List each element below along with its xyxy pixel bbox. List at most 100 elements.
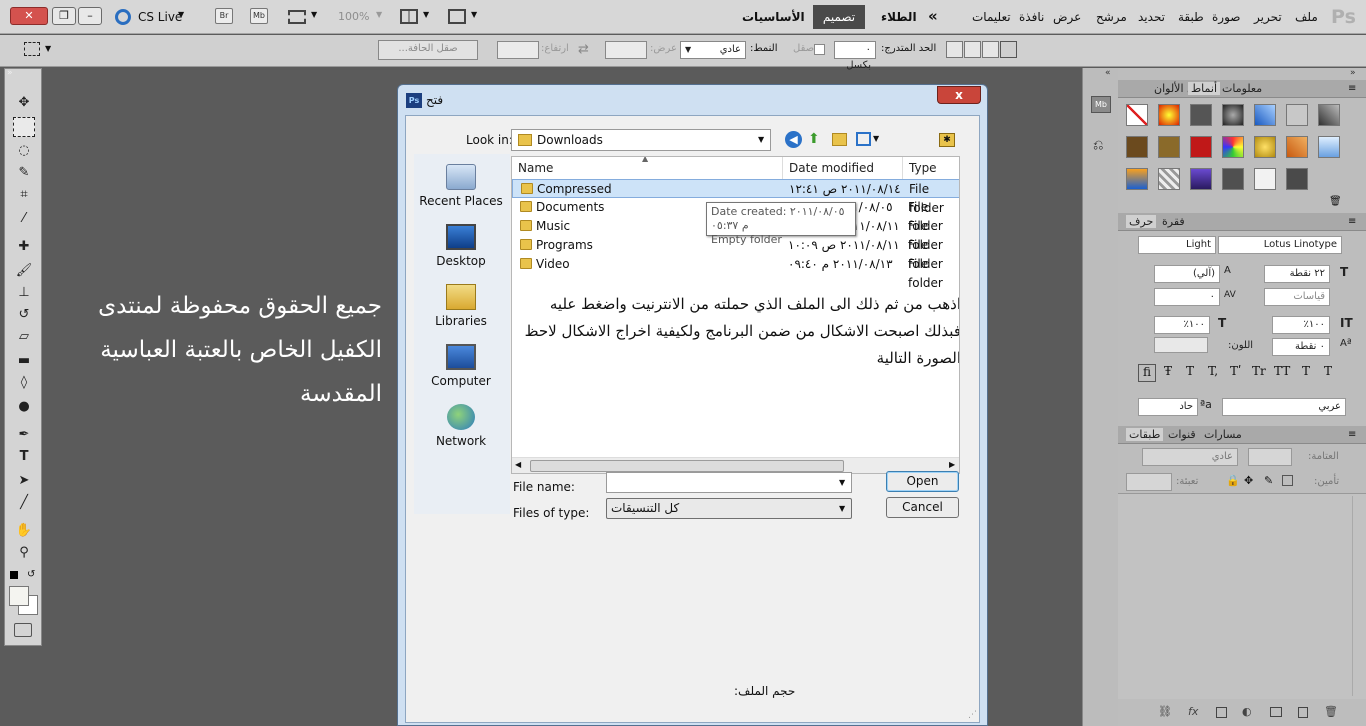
style-swatch[interactable]: [1158, 104, 1180, 126]
collapse-icon[interactable]: »: [1350, 68, 1356, 78]
menu-edit[interactable]: تحرير: [1254, 10, 1282, 24]
delete-style-icon[interactable]: 🗑: [1329, 196, 1342, 207]
new-layer-icon[interactable]: [1298, 707, 1308, 718]
window-minimize-button[interactable]: –: [78, 7, 102, 25]
gradient-tool-icon[interactable]: ▬: [13, 351, 35, 371]
menu-file[interactable]: ملف: [1295, 10, 1318, 24]
arrange-documents-icon[interactable]: [400, 9, 418, 24]
subscript-icon[interactable]: Tr: [1252, 364, 1266, 378]
faux-bold-icon[interactable]: fi: [1138, 364, 1156, 382]
style-swatch[interactable]: [1254, 104, 1276, 126]
language-select[interactable]: عربي: [1222, 398, 1346, 416]
marquee-tool-icon[interactable]: [13, 117, 35, 137]
look-in-select[interactable]: Downloads ▼: [511, 129, 771, 151]
workspace-painting[interactable]: الطلاء: [881, 10, 917, 24]
crop-tool-icon[interactable]: ⌗: [13, 185, 35, 205]
feather-input[interactable]: ٠ بكسل: [834, 41, 876, 71]
zoom-tool-icon[interactable]: ⚲: [13, 543, 35, 563]
place-recent-places[interactable]: Recent Places: [416, 164, 506, 208]
style-swatch[interactable]: [1222, 136, 1244, 158]
opacity-input[interactable]: [1248, 448, 1292, 466]
lock-icon[interactable]: 🔒: [1226, 474, 1240, 487]
marquee-tool-preset-icon[interactable]: [24, 42, 40, 56]
faux-italic-icon[interactable]: Ŧ: [1164, 364, 1172, 378]
dialog-close-button[interactable]: x: [937, 86, 981, 104]
up-folder-icon[interactable]: ⬆: [808, 131, 820, 147]
tab-info[interactable]: معلومات: [1222, 82, 1262, 95]
style-swatch[interactable]: [1158, 168, 1180, 190]
open-button[interactable]: Open: [886, 471, 959, 492]
style-swatch[interactable]: [1126, 104, 1148, 126]
new-folder-icon[interactable]: [832, 133, 847, 146]
hand-tool-icon[interactable]: ✋: [13, 521, 35, 541]
tab-paths[interactable]: مسارات: [1204, 428, 1242, 441]
menu-window[interactable]: نافذة: [1019, 10, 1044, 24]
font-style-select[interactable]: Light: [1138, 236, 1216, 254]
file-type-select[interactable]: كل التنسيقات ▼: [606, 498, 852, 519]
style-select[interactable]: عادي ▼: [680, 41, 746, 59]
place-libraries[interactable]: Libraries: [416, 284, 506, 328]
baseline-shift-input[interactable]: ٠ نقطة: [1272, 338, 1330, 356]
quick-mask-icon[interactable]: [14, 623, 32, 637]
layer-mask-icon[interactable]: [1216, 707, 1227, 718]
style-swatch[interactable]: [1286, 136, 1308, 158]
style-swatch[interactable]: [1190, 104, 1212, 126]
layers-scrollbar[interactable]: [1352, 496, 1362, 696]
zoom-level[interactable]: 100%: [338, 10, 369, 23]
style-swatch[interactable]: [1254, 136, 1276, 158]
healing-brush-tool-icon[interactable]: ✚: [13, 237, 35, 257]
eyedropper-tool-icon[interactable]: ⁄: [13, 209, 35, 229]
move-tool-icon[interactable]: ✥: [13, 93, 35, 113]
place-desktop[interactable]: Desktop: [416, 224, 506, 268]
type-tool-icon[interactable]: T: [13, 447, 35, 467]
cs-live-icon[interactable]: [115, 9, 131, 25]
column-type[interactable]: Type: [903, 157, 959, 179]
dodge-tool-icon[interactable]: ●: [13, 397, 35, 417]
style-swatch[interactable]: [1254, 168, 1276, 190]
tab-character[interactable]: حرف: [1126, 215, 1157, 228]
collapse-icon[interactable]: »: [7, 68, 13, 78]
style-swatch[interactable]: [1190, 136, 1212, 158]
style-swatch[interactable]: [1286, 104, 1308, 126]
all-caps-icon[interactable]: T: [1186, 364, 1194, 378]
workspace-design[interactable]: تصميم: [813, 5, 865, 29]
refine-edge-button[interactable]: صقل الحافة...: [378, 40, 478, 60]
pen-tool-icon[interactable]: ✒: [13, 425, 35, 445]
new-group-icon[interactable]: [1270, 707, 1282, 717]
path-selection-tool-icon[interactable]: ➤: [13, 471, 35, 491]
menu-view[interactable]: عرض: [1053, 10, 1081, 24]
back-icon[interactable]: ◀: [785, 131, 802, 148]
strikethrough-icon[interactable]: T: [1302, 364, 1310, 378]
style-swatch[interactable]: [1286, 168, 1308, 190]
bridge-button[interactable]: Br: [215, 8, 233, 24]
leading-input[interactable]: (آلي): [1154, 265, 1220, 283]
font-family-select[interactable]: Lotus Linotype: [1218, 236, 1342, 254]
menu-select[interactable]: تحديد: [1138, 10, 1165, 24]
resize-grip-icon[interactable]: ⋰: [968, 710, 977, 720]
tracking-input[interactable]: قياسات: [1264, 288, 1330, 306]
tab-layers[interactable]: طبقات: [1126, 428, 1164, 441]
eraser-tool-icon[interactable]: ▱: [13, 327, 35, 347]
panel-menu-icon[interactable]: ≡: [1348, 216, 1356, 227]
width-input[interactable]: [605, 41, 647, 59]
style-swatch[interactable]: [1318, 104, 1340, 126]
delete-layer-icon[interactable]: 🗑: [1324, 705, 1338, 718]
scroll-right-icon[interactable]: ▶: [949, 460, 955, 469]
window-close-button[interactable]: ✕: [10, 7, 48, 25]
vertical-scale-input[interactable]: ١٠٠٪: [1154, 316, 1210, 334]
text-color-swatch[interactable]: [1154, 337, 1208, 353]
line-tool-icon[interactable]: ╱: [13, 493, 35, 513]
height-input[interactable]: [497, 41, 539, 59]
selection-mode-subtract-icon[interactable]: [982, 41, 999, 58]
no-break-icon[interactable]: T: [1324, 364, 1332, 378]
more-workspaces-icon[interactable]: «: [928, 7, 938, 25]
selection-mode-intersect-icon[interactable]: [1000, 41, 1017, 58]
mini-bridge-panel-icon[interactable]: Mb: [1091, 96, 1111, 113]
blend-mode-select[interactable]: عادي: [1142, 448, 1238, 466]
file-name-input[interactable]: ▼: [606, 472, 852, 493]
swap-icon[interactable]: ⇄: [578, 42, 589, 57]
lock-position-icon[interactable]: ✥: [1244, 474, 1253, 487]
small-caps-icon[interactable]: T,: [1208, 364, 1218, 378]
cancel-button[interactable]: Cancel: [886, 497, 959, 518]
screen-mode-icon[interactable]: [448, 9, 466, 24]
